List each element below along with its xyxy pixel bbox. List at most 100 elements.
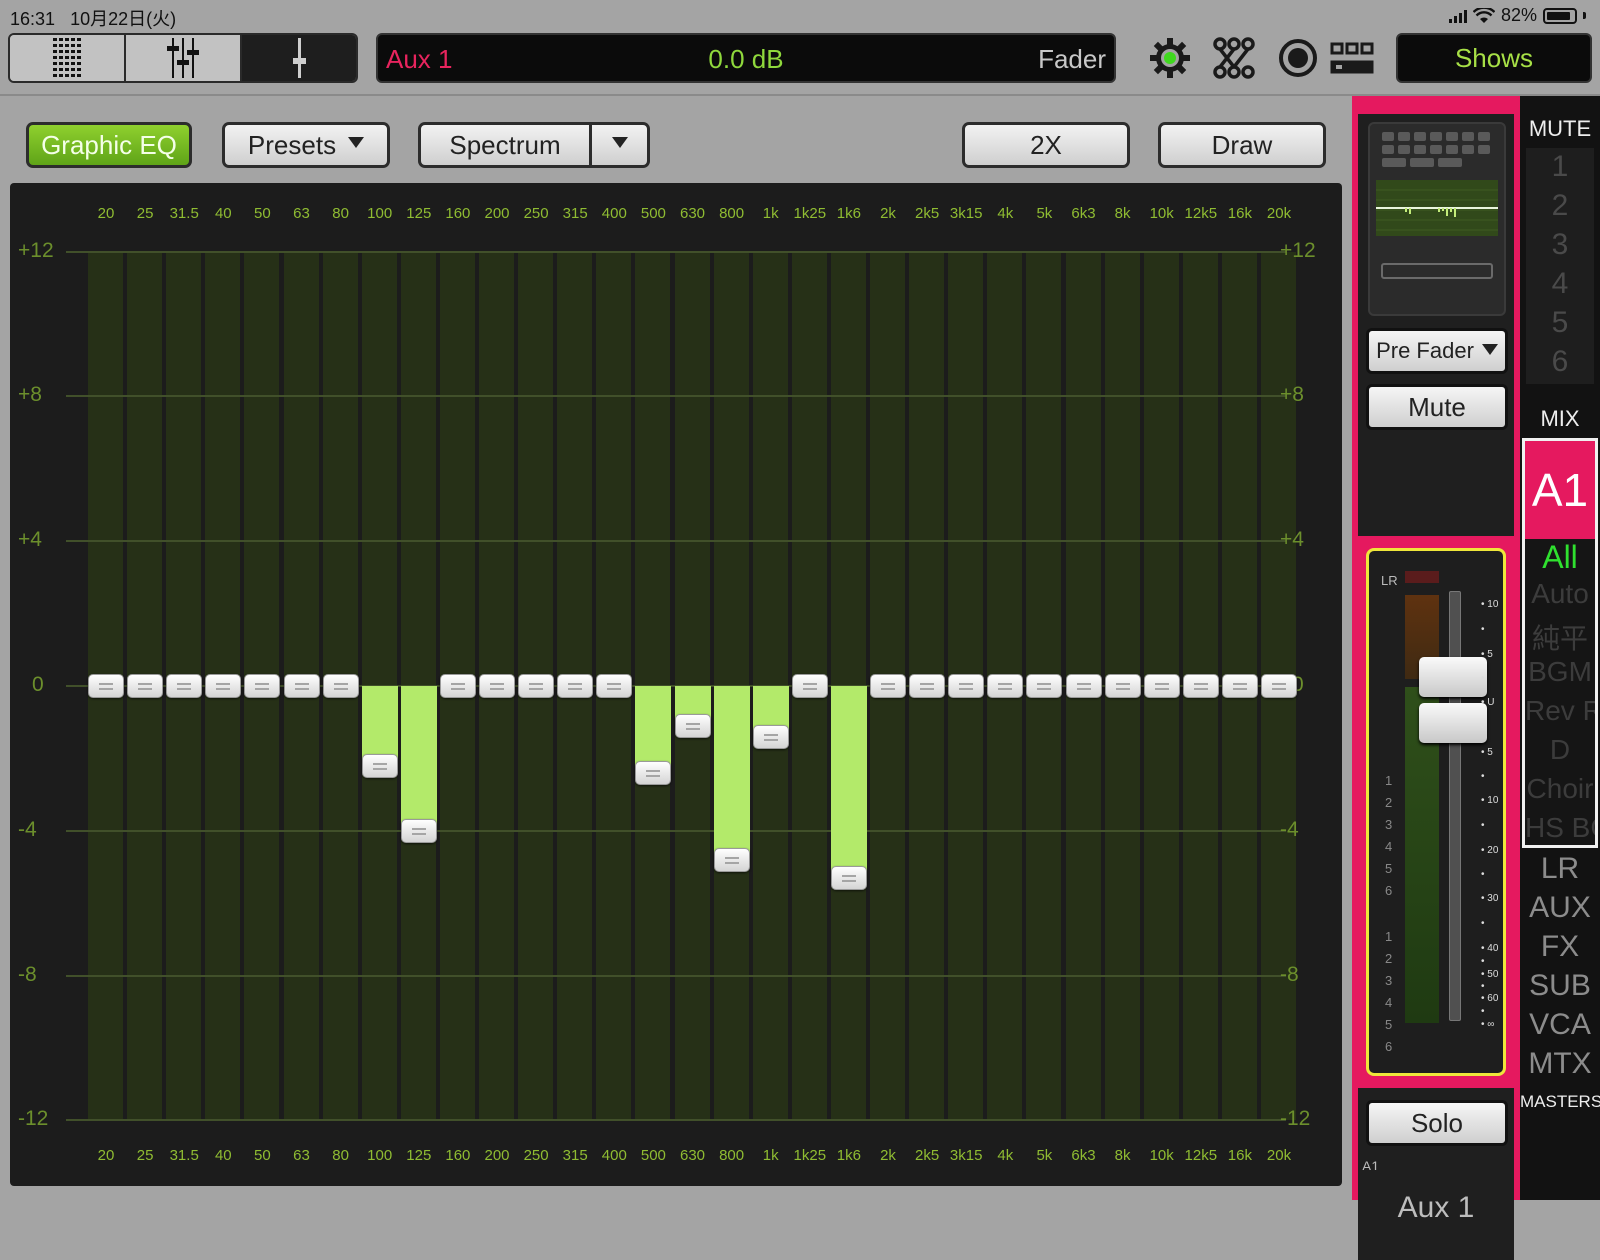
pre-fader-dropdown[interactable]: Pre Fader [1366, 328, 1508, 374]
presets-button[interactable]: Presets [222, 122, 390, 168]
nav-group-lr[interactable]: LR [1520, 852, 1600, 886]
mix-item[interactable]: D [1525, 734, 1595, 766]
eq-band-handle[interactable] [1104, 674, 1141, 698]
mute-group-4[interactable]: 4 [1528, 267, 1592, 301]
fader-handle[interactable] [1419, 657, 1487, 697]
settings-gear-icon[interactable] [1148, 36, 1192, 80]
eq-band-handle[interactable] [205, 674, 242, 698]
mix-item[interactable]: Rev Rtn [1525, 695, 1595, 727]
meter-number: 5 [1385, 1017, 1393, 1032]
eq-band-handle[interactable] [361, 753, 398, 778]
tab-channel-view[interactable] [126, 35, 242, 81]
freq-label-bottom: 1k6 [836, 1147, 861, 1164]
mute-group-1[interactable]: 1 [1528, 150, 1592, 184]
eq-band-handle[interactable] [439, 674, 476, 698]
grid-line [66, 540, 1286, 543]
mix-item[interactable]: Auto [1525, 578, 1595, 610]
eq-band-handle[interactable] [987, 674, 1024, 698]
eq-band-handle[interactable] [948, 674, 985, 698]
freq-label-top: 1k25 [793, 205, 827, 222]
eq-band-handle[interactable] [909, 674, 946, 698]
eq-band-handle[interactable] [1261, 674, 1297, 698]
eq-band-handle[interactable] [322, 674, 359, 698]
eq-band-handle[interactable] [596, 674, 633, 698]
mute-button[interactable]: Mute [1366, 384, 1508, 430]
mix-selected-a1[interactable]: A1 [1525, 441, 1595, 539]
eq-gain-bar [400, 686, 437, 831]
routing-icon[interactable] [1212, 36, 1256, 80]
fader-track[interactable] [1449, 591, 1461, 1021]
draw-button[interactable]: Draw [1158, 122, 1326, 168]
eq-band-handle[interactable] [127, 674, 164, 698]
mix-item[interactable]: BGM [1525, 656, 1595, 688]
eq-band-handle[interactable] [713, 847, 750, 872]
eq-band-handle[interactable] [283, 674, 320, 698]
eq-band-handle[interactable] [752, 724, 789, 749]
db-label-right: -12 [1280, 1107, 1311, 1131]
freq-label-bottom: 315 [562, 1147, 588, 1164]
eq-band-handle[interactable] [400, 818, 437, 843]
freq-label-bottom: 125 [406, 1147, 432, 1164]
nav-group-vca[interactable]: VCA [1520, 1008, 1600, 1042]
freq-label-top: 20k [1266, 205, 1292, 222]
freq-label-top: 800 [719, 205, 745, 222]
fader-handle-lower[interactable] [1419, 703, 1487, 743]
spectrum-chevron-icon [592, 136, 647, 148]
mute-group-3[interactable]: 3 [1528, 228, 1592, 262]
mix-item[interactable]: HS BG [1525, 812, 1595, 844]
fader-scale-dot: • [1481, 918, 1485, 929]
nav-group-sub[interactable]: SUB [1520, 969, 1600, 1003]
eq-band-handle[interactable] [479, 674, 515, 698]
channel-display[interactable]: Aux 1 0.0 dB Fader [376, 33, 1116, 83]
freq-label-top: 1k [762, 205, 779, 222]
eq-band-handle[interactable] [88, 674, 124, 698]
eq-band-handle[interactable] [674, 713, 711, 738]
freq-label-top: 125 [406, 205, 432, 222]
mute-group-6[interactable]: 6 [1528, 345, 1592, 379]
channel-thumbnail[interactable] [1368, 122, 1506, 316]
freq-label-bottom: 20k [1266, 1147, 1292, 1164]
eq-band-handle[interactable] [244, 674, 281, 698]
zoom-2x-button[interactable]: 2X [962, 122, 1130, 168]
eq-band-handle[interactable] [1026, 674, 1063, 698]
eq-band-handle[interactable] [1143, 674, 1180, 698]
eq-band-handle[interactable] [1065, 674, 1102, 698]
fader-scale-label: • 30 [1481, 893, 1499, 904]
mix-item[interactable]: All [1525, 539, 1595, 576]
fader-scale-dot: • [1481, 869, 1485, 880]
freq-label-top: 20 [97, 205, 115, 222]
battery-icon [1543, 7, 1577, 24]
freq-label-bottom: 400 [601, 1147, 627, 1164]
layout-icon[interactable] [1330, 36, 1374, 80]
mix-item[interactable]: Choir [1525, 773, 1595, 805]
eq-band-handle[interactable] [830, 865, 867, 890]
eq-band-handle[interactable] [870, 674, 906, 698]
mute-group-5[interactable]: 5 [1528, 306, 1592, 340]
chevron-down-icon [348, 136, 365, 148]
eq-band-handle[interactable] [635, 760, 672, 785]
eq-band-handle[interactable] [791, 674, 828, 698]
meter-number: 2 [1385, 795, 1393, 810]
tab-mixer-view[interactable] [10, 35, 126, 81]
nav-group-fx[interactable]: FX [1520, 930, 1600, 964]
spectrum-dropdown[interactable]: Spectrum [418, 122, 650, 168]
freq-label-bottom: 2k [880, 1147, 896, 1164]
eq-band-handle[interactable] [1221, 674, 1258, 698]
nav-group-mtx[interactable]: MTX [1520, 1047, 1600, 1081]
eq-band-handle[interactable] [557, 674, 594, 698]
shows-button[interactable]: Shows [1396, 33, 1592, 83]
eq-band-handle[interactable] [1182, 674, 1219, 698]
channel-name[interactable]: Aux 1 [1358, 1170, 1514, 1260]
nav-group-aux[interactable]: AUX [1520, 891, 1600, 925]
fader-scale-label: • 60 [1481, 993, 1499, 1004]
tab-single-fader-view[interactable] [242, 35, 356, 81]
record-icon[interactable] [1276, 36, 1320, 80]
mix-item[interactable]: 純平 [1525, 617, 1595, 657]
solo-button[interactable]: Solo [1366, 1100, 1508, 1146]
mute-group-2[interactable]: 2 [1528, 189, 1592, 223]
eq-band-handle[interactable] [166, 674, 203, 698]
freq-label-top: 50 [254, 205, 271, 222]
db-label-left: -4 [18, 817, 37, 841]
eq-band-handle[interactable] [518, 674, 555, 698]
graphic-eq-button[interactable]: Graphic EQ [26, 122, 192, 168]
